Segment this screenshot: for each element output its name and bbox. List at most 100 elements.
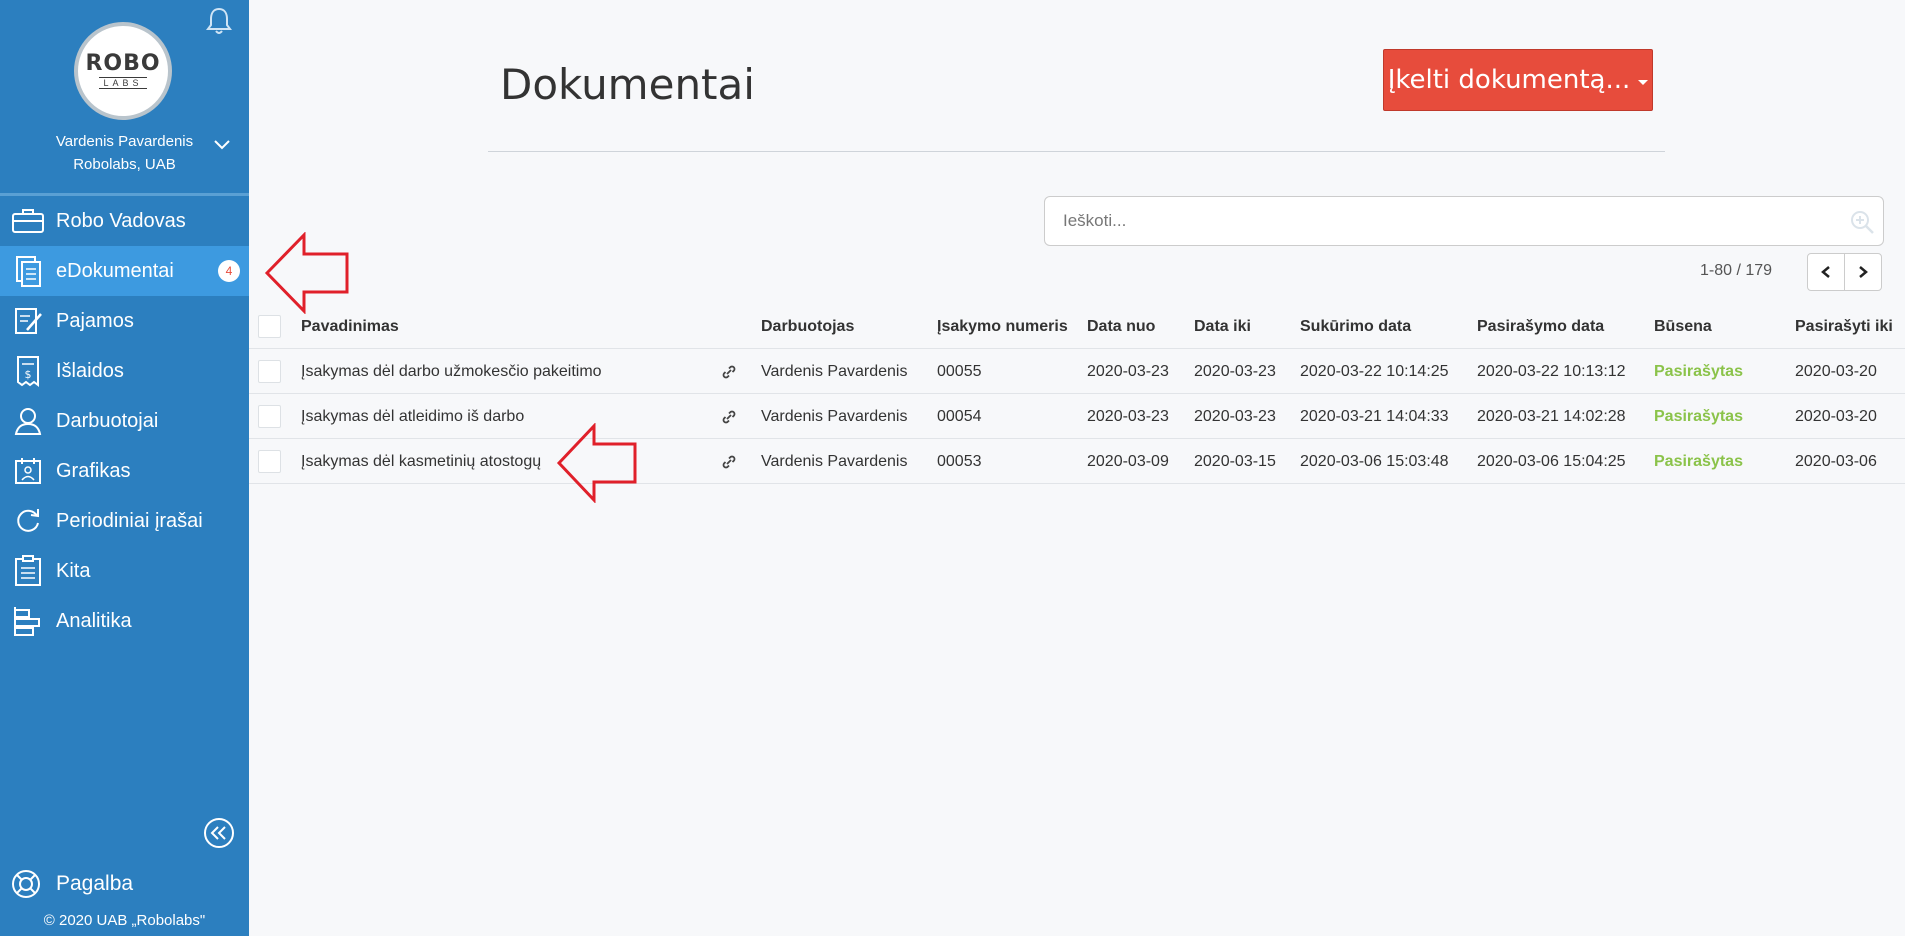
company-name: Robolabs, UAB	[73, 156, 176, 173]
link-icon[interactable]	[721, 439, 739, 484]
employee: Vardenis Pavardenis	[761, 362, 908, 380]
column-header[interactable]: Pasirašyti iki	[1795, 304, 1893, 349]
date-from: 2020-03-23	[1087, 407, 1169, 425]
zoom-in-icon[interactable]	[1849, 209, 1875, 235]
sidebar-item-darbuotojai[interactable]: Darbuotojai	[0, 396, 249, 446]
receipt-icon: $	[10, 355, 46, 387]
briefcase-icon	[10, 205, 46, 237]
document-name: Įsakymas dėl atleidimo iš darbo	[301, 407, 525, 425]
help-link[interactable]: Pagalba	[0, 862, 249, 906]
sidebar-item-label: Darbuotojai	[56, 409, 159, 432]
status-badge: Pasirašytas	[1654, 407, 1743, 425]
user-info[interactable]: Vardenis Pavardenis Robolabs, UAB	[0, 130, 249, 176]
date-to: 2020-03-23	[1194, 362, 1276, 380]
sidebar-item-label: Robo Vadovas	[56, 209, 186, 232]
sidebar-item-label: Išlaidos	[56, 359, 124, 382]
date-to: 2020-03-23	[1194, 407, 1276, 425]
sidebar-item-islaidos[interactable]: $ Išlaidos	[0, 346, 249, 396]
created-date: 2020-03-22 10:14:25	[1300, 362, 1449, 380]
clipboard-icon	[10, 555, 46, 587]
column-header[interactable]: Pasirašymo data	[1477, 304, 1604, 349]
lifebuoy-icon	[10, 868, 46, 900]
pager-range: 1-80 / 179	[1700, 262, 1773, 279]
date-from: 2020-03-09	[1087, 452, 1169, 470]
document-name: Įsakymas dėl darbo užmokesčio pakeitimo	[301, 362, 602, 380]
order-number: 00055	[937, 362, 982, 380]
sign-until: 2020-03-20	[1795, 407, 1877, 425]
caret-down-icon	[1638, 79, 1649, 85]
sidebar-item-periodiniai-irasai[interactable]: Periodiniai įrašai	[0, 496, 249, 546]
column-header[interactable]: Data iki	[1194, 304, 1251, 349]
sidebar-item-grafikas[interactable]: Grafikas	[0, 446, 249, 496]
link-icon[interactable]	[721, 349, 739, 394]
bar-analytics-icon	[10, 605, 46, 637]
order-number: 00054	[937, 407, 982, 425]
sidebar-item-analitika[interactable]: Analitika	[0, 596, 249, 646]
calendar-person-icon	[10, 455, 46, 487]
date-from: 2020-03-23	[1087, 362, 1169, 380]
sidebar-item-label: Analitika	[56, 609, 132, 632]
sidebar-item-label: Pajamos	[56, 309, 134, 332]
pager-prev-button[interactable]	[1807, 253, 1845, 291]
signed-date: 2020-03-21 14:02:28	[1477, 407, 1626, 425]
refresh-icon	[10, 505, 46, 537]
person-icon	[10, 405, 46, 437]
document-name: Įsakymas dėl kasmetinių atostogų	[301, 452, 542, 470]
sidebar-item-label: Grafikas	[56, 459, 131, 482]
row-checkbox[interactable]	[258, 360, 281, 383]
copyright: © 2020 UAB „Robolabs"	[43, 912, 206, 929]
annotation-arrow-icon	[264, 232, 349, 314]
employee: Vardenis Pavardenis	[761, 407, 908, 425]
page-title: Dokumentai	[500, 60, 755, 109]
help-label: Pagalba	[56, 872, 134, 895]
sidebar-item-label: eDokumentai	[56, 259, 174, 282]
sidebar-item-pajamos[interactable]: Pajamos	[0, 296, 249, 346]
row-checkbox[interactable]	[258, 450, 281, 473]
sidebar: ROBO LABS Vardenis Pavardenis Robolabs, …	[0, 0, 249, 936]
row-checkbox[interactable]	[258, 405, 281, 428]
table-row[interactable]: Įsakymas dėl kasmetinių atostogų Vardeni…	[249, 439, 1905, 484]
logo-bottom-text: LABS	[99, 77, 147, 89]
upload-document-button[interactable]: Įkelti dokumentą...	[1383, 49, 1653, 111]
column-header[interactable]: Būsena	[1654, 304, 1712, 349]
table-row[interactable]: Įsakymas dėl atleidimo iš darbo Vardenis…	[249, 394, 1905, 439]
sign-until: 2020-03-06	[1795, 452, 1877, 470]
column-header[interactable]: Įsakymo numeris	[937, 304, 1068, 349]
order-number: 00053	[937, 452, 982, 470]
chevron-right-icon	[1859, 266, 1868, 278]
signed-date: 2020-03-22 10:13:12	[1477, 362, 1626, 380]
sidebar-item-robo-vadovas[interactable]: Robo Vadovas	[0, 196, 249, 246]
sidebar-nav: Robo Vadovas eDokumentai 4 Pajamos $ Išl…	[0, 196, 249, 646]
notification-badge: 4	[218, 260, 240, 282]
employee: Vardenis Pavardenis	[761, 452, 908, 470]
pager-next-button[interactable]	[1844, 253, 1882, 291]
status-badge: Pasirašytas	[1654, 362, 1743, 380]
status-badge: Pasirašytas	[1654, 452, 1743, 470]
table-header: Pavadinimas Darbuotojas Įsakymo numeris …	[249, 304, 1905, 349]
created-date: 2020-03-06 15:03:48	[1300, 452, 1449, 470]
sidebar-item-edokumentai[interactable]: eDokumentai 4	[0, 246, 249, 296]
sidebar-item-label: Periodiniai įrašai	[56, 509, 203, 532]
company-logo[interactable]: ROBO LABS	[74, 22, 172, 120]
bell-icon[interactable]	[205, 6, 233, 36]
select-all-checkbox[interactable]	[258, 315, 281, 338]
logo-top-text: ROBO	[85, 51, 161, 76]
collapse-sidebar-icon[interactable]	[203, 817, 235, 849]
sidebar-item-label: Kita	[56, 559, 91, 582]
upload-button-label: Įkelti dokumentą...	[1387, 65, 1631, 95]
documents-icon	[10, 255, 46, 287]
table-row[interactable]: Įsakymas dėl darbo užmokesčio pakeitimo …	[249, 349, 1905, 394]
header-divider	[488, 151, 1665, 152]
column-header[interactable]: Darbuotojas	[761, 304, 854, 349]
sidebar-item-kita[interactable]: Kita	[0, 546, 249, 596]
invoice-edit-icon	[10, 305, 46, 337]
search-box	[1044, 196, 1884, 246]
link-icon[interactable]	[721, 394, 739, 439]
date-to: 2020-03-15	[1194, 452, 1276, 470]
column-header[interactable]: Sukūrimo data	[1300, 304, 1411, 349]
column-header[interactable]: Data nuo	[1087, 304, 1155, 349]
chevron-down-icon[interactable]	[212, 138, 232, 152]
sign-until: 2020-03-20	[1795, 362, 1877, 380]
search-input[interactable]	[1045, 211, 1825, 231]
signed-date: 2020-03-06 15:04:25	[1477, 452, 1626, 470]
